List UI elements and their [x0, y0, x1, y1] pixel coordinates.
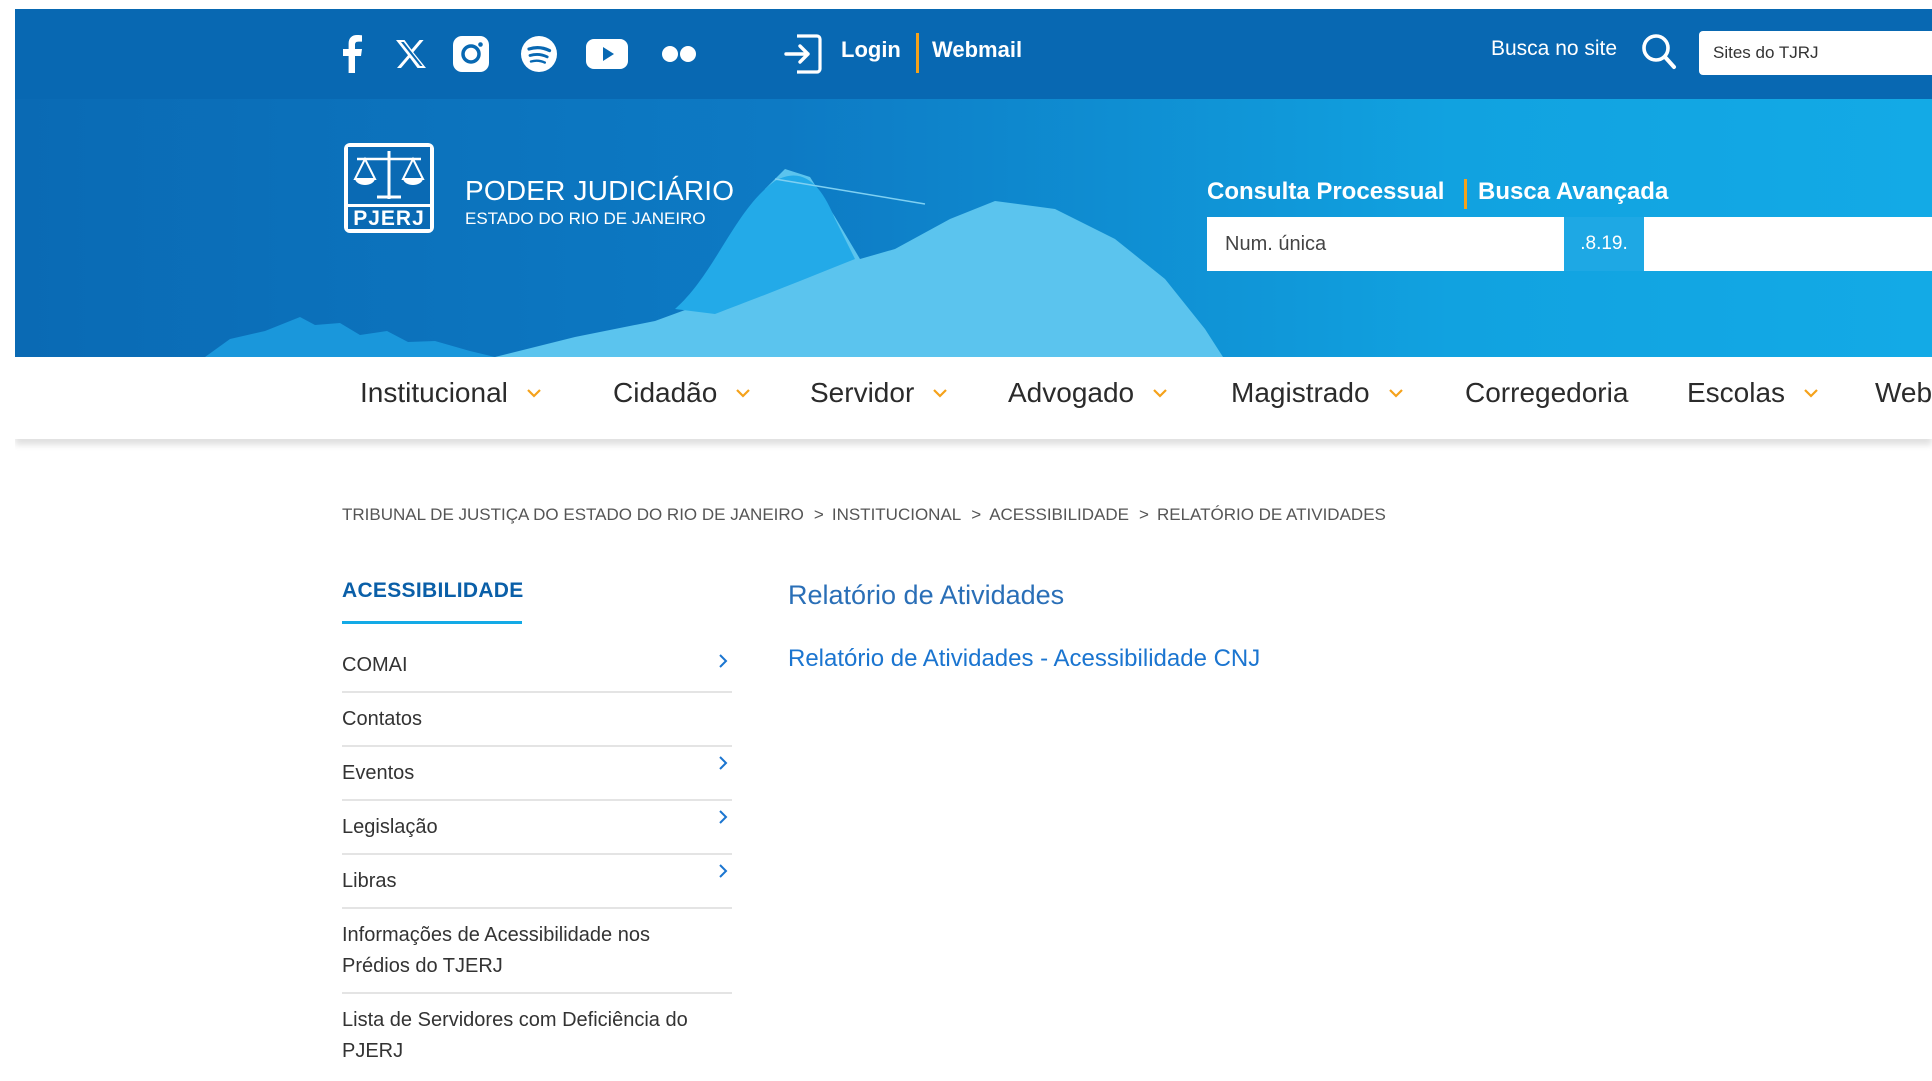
youtube-icon[interactable] — [585, 31, 629, 77]
login-icon[interactable] — [783, 33, 823, 75]
sidebar-item-label: Contatos — [342, 708, 423, 730]
nav-item-magistrado[interactable]: Magistrado — [1231, 377, 1404, 409]
sidebar-menu: COMAI Contatos Eventos Legislação Libras… — [342, 639, 732, 1077]
nav-item-label: Institucional — [360, 377, 508, 408]
org-name: PODER JUDICIÁRIO — [465, 175, 735, 206]
nav-item-label: Servidor — [810, 377, 915, 408]
nav-item-label: Corregedoria — [1465, 377, 1629, 408]
sidebar-item-eventos[interactable]: Eventos — [342, 747, 732, 801]
breadcrumb-item[interactable]: INSTITUCIONAL — [832, 505, 961, 524]
site-search-label: Busca no site — [1491, 37, 1618, 60]
nav-item-label: Cidadão — [613, 377, 718, 408]
sidebar-item-label: Eventos — [342, 762, 415, 784]
breadcrumb-item[interactable]: ACESSIBILIDADE — [989, 505, 1129, 524]
chevron-right-icon — [719, 654, 728, 668]
divider — [1464, 179, 1467, 209]
sidebar-item-comai[interactable]: COMAI — [342, 639, 732, 693]
spotify-icon[interactable] — [519, 31, 559, 77]
process-code-suffix: .8.19. — [1564, 217, 1644, 271]
sidebar-item-lista-servidores[interactable]: Lista de Servidores com Deficiência do P… — [342, 994, 732, 1077]
webmail-link[interactable]: Webmail — [932, 37, 1022, 63]
breadcrumb: TRIBUNAL DE JUSTIÇA DO ESTADO DO RIO DE … — [342, 505, 1386, 524]
nav-item-web[interactable]: Web — [1875, 377, 1932, 409]
chevron-right-icon — [719, 864, 728, 878]
sidebar-item-label: Libras — [342, 870, 397, 892]
nav-item-corregedoria[interactable]: Corregedoria — [1465, 377, 1628, 409]
sidebar-title[interactable]: ACESSIBILIDADE — [342, 579, 524, 603]
chevron-down-icon — [736, 389, 751, 398]
nav-item-label: Magistrado — [1231, 377, 1370, 408]
org-subtitle: ESTADO DO RIO DE JANEIRO — [465, 209, 706, 228]
flickr-icon[interactable] — [659, 31, 699, 77]
nav-item-servidor[interactable]: Servidor — [810, 377, 948, 409]
process-number-input[interactable] — [1207, 217, 1564, 271]
chevron-right-icon — [719, 810, 728, 824]
chevron-down-icon — [1804, 389, 1818, 398]
main-nav: Institucional Cidadão Servidor Advogado … — [15, 357, 1932, 439]
page-title: Relatório de Atividades — [788, 580, 1065, 610]
login-link[interactable]: Login — [841, 37, 901, 63]
facebook-icon[interactable] — [337, 31, 367, 77]
chevron-right-icon — [719, 756, 728, 770]
nav-item-escolas[interactable]: Escolas — [1687, 377, 1819, 409]
sidebar-item-label: Legislação — [342, 816, 438, 838]
chevron-down-icon — [527, 389, 541, 398]
nav-item-label: Web — [1875, 377, 1932, 408]
sites-search-input[interactable] — [1699, 31, 1932, 75]
busca-avancada-link[interactable]: Busca Avançada — [1478, 178, 1668, 206]
sidebar-item-legislacao[interactable]: Legislação — [342, 801, 732, 855]
top-bar: Login Webmail Busca no site — [15, 9, 1932, 99]
sidebar-item-informacoes-acessibilidade[interactable]: Informações de Acessibilidade nos Prédio… — [342, 909, 732, 994]
divider — [916, 33, 919, 73]
nav-item-cidadao[interactable]: Cidadão — [613, 377, 751, 409]
consulta-processual-link[interactable]: Consulta Processual — [1207, 178, 1444, 206]
page: Login Webmail Busca no site Sites do TJR… — [15, 9, 1932, 1081]
breadcrumb-item[interactable]: TRIBUNAL DE JUSTIÇA DO ESTADO DO RIO DE … — [342, 505, 804, 524]
instagram-icon[interactable] — [451, 31, 491, 77]
sidebar-item-contatos[interactable]: Contatos — [342, 693, 732, 747]
nav-item-label: Advogado — [1008, 377, 1135, 408]
sidebar-item-libras[interactable]: Libras — [342, 855, 732, 909]
chevron-down-icon — [1153, 389, 1167, 398]
logo-text: PJERJ — [353, 207, 425, 230]
process-number-rest-input[interactable] — [1644, 217, 1932, 271]
pjerj-logo[interactable]: PJERJ — [342, 141, 436, 235]
breadcrumb-current: RELATÓRIO DE ATIVIDADES — [1156, 505, 1386, 524]
sidebar-title-underline — [342, 621, 522, 624]
chevron-down-icon — [933, 389, 948, 398]
sidebar-item-label: COMAI — [342, 654, 408, 676]
relatorio-acessibilidade-cnj-link[interactable]: Relatório de Atividades - Acessibilidade… — [788, 645, 1260, 673]
x-twitter-icon[interactable] — [393, 31, 429, 77]
nav-item-advogado[interactable]: Advogado — [1008, 377, 1168, 409]
sidebar-item-label: Lista de Servidores com Deficiência do P… — [342, 1009, 688, 1062]
search-icon[interactable] — [1641, 32, 1677, 72]
nav-item-institucional[interactable]: Institucional — [360, 377, 542, 409]
chevron-down-icon — [1388, 389, 1403, 398]
nav-item-label: Escolas — [1687, 377, 1786, 408]
header-banner: PJERJ PODER JUDICIÁRIO ESTADO DO RIO DE … — [15, 99, 1932, 357]
sidebar-item-label: Informações de Acessibilidade nos Prédio… — [342, 924, 650, 977]
